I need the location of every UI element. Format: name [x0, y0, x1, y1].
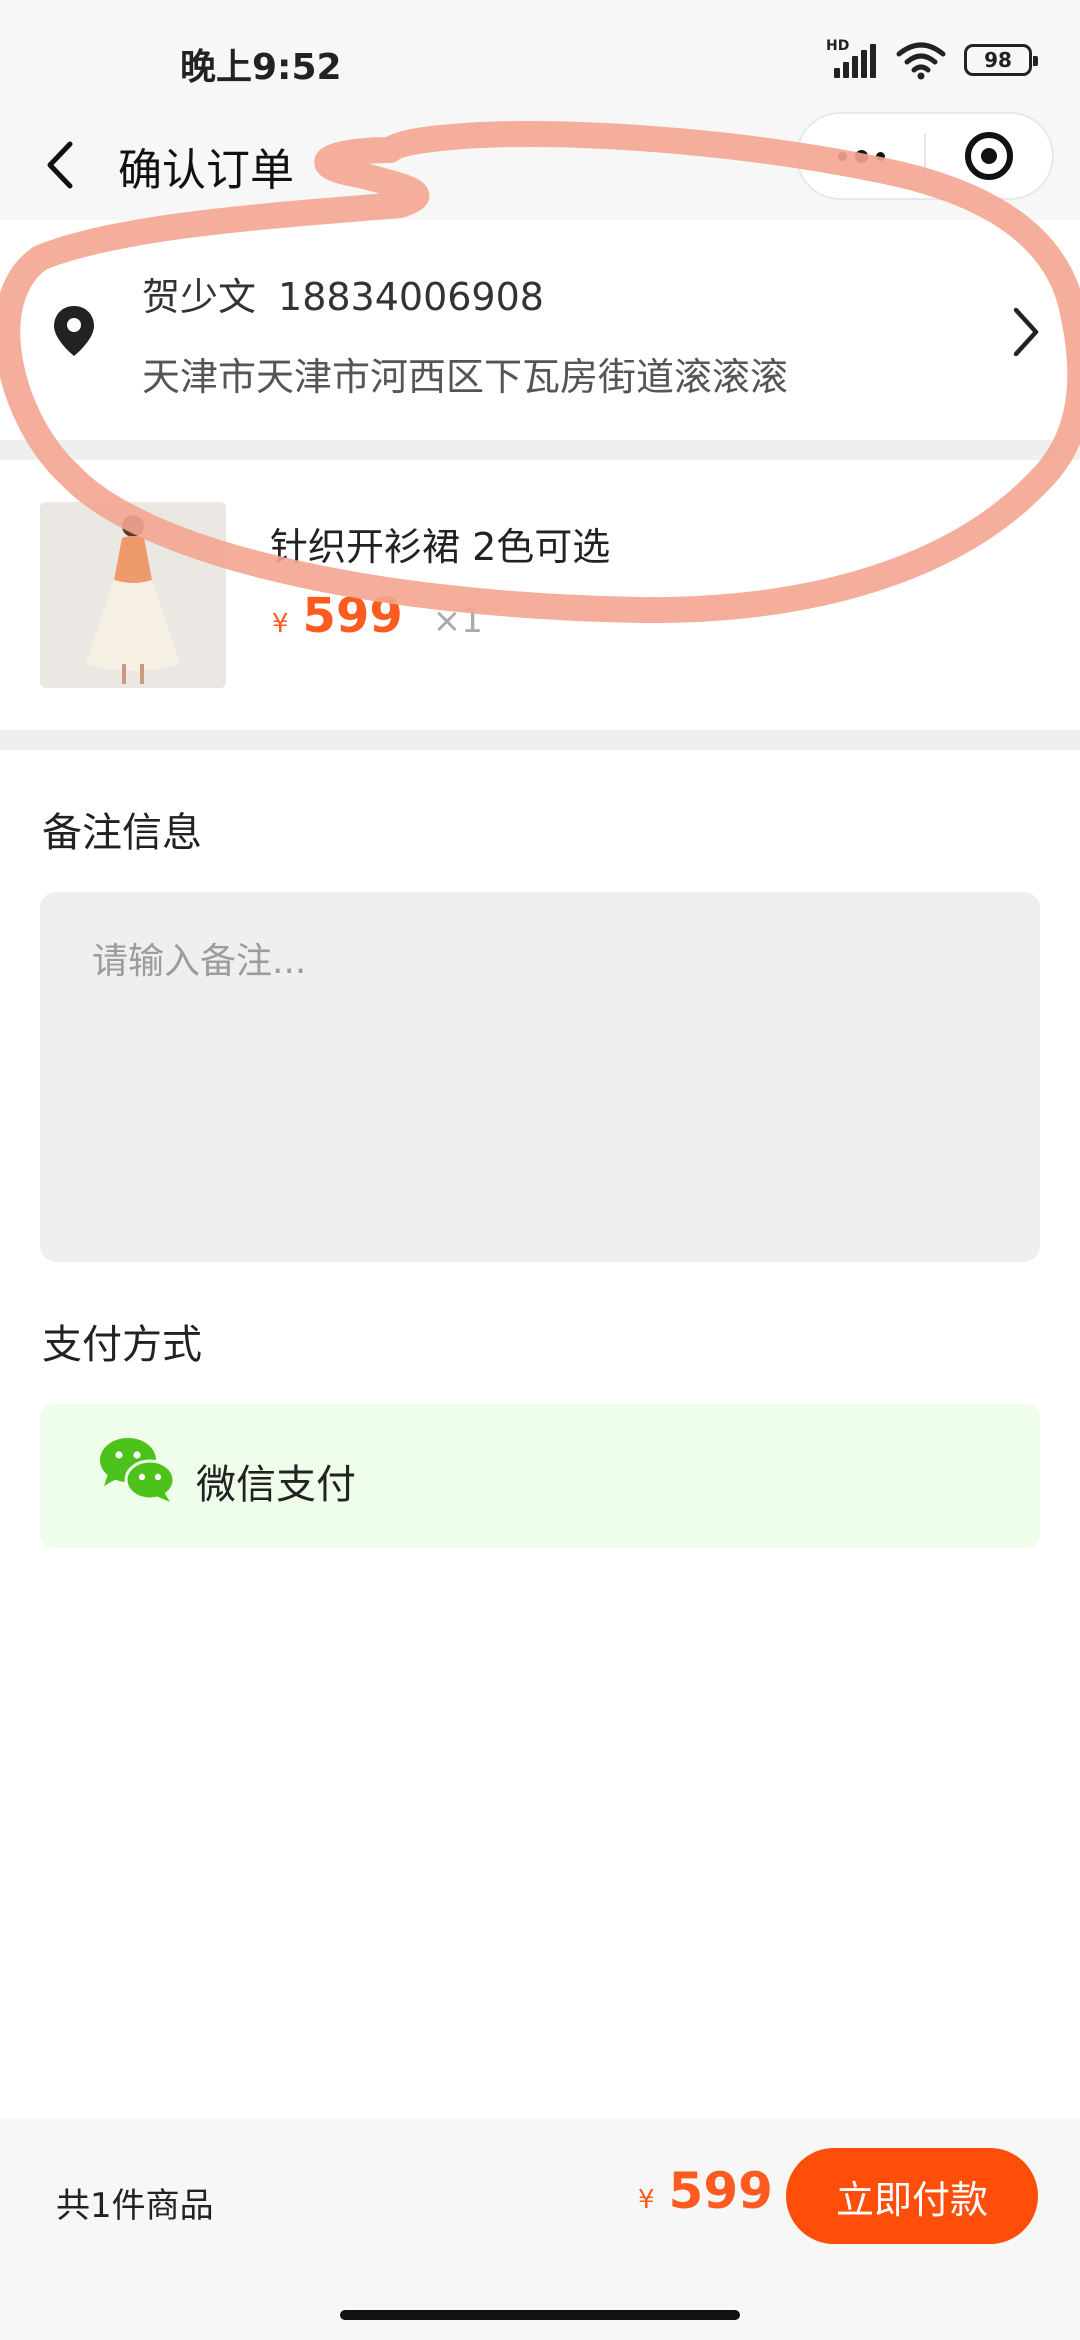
total-price: 599 [668, 2162, 773, 2220]
remarks-input[interactable] [40, 892, 1040, 1262]
home-indicator[interactable] [340, 2310, 740, 2320]
order-confirm-screen: 晚上9:52 HD 98 确认订单 贺少文 18834006908 天津市天津市… [0, 0, 1080, 2340]
item-count: 共1件商品 [56, 2186, 214, 2226]
back-button[interactable] [30, 130, 90, 200]
more-button[interactable] [798, 114, 924, 198]
remarks-title: 备注信息 [42, 810, 202, 856]
address-card[interactable]: 贺少文 18834006908 天津市天津市河西区下瓦房街道滚滚滚 [0, 220, 1080, 440]
currency-symbol: ¥ [638, 2185, 655, 2215]
status-time: 晚上9:52 [180, 47, 342, 88]
wechat-icon [100, 1438, 176, 1502]
status-icons: HD 98 [826, 38, 1038, 82]
divider [0, 730, 1080, 750]
nav-bar: 确认订单 [0, 110, 1080, 220]
battery-icon: 98 [964, 44, 1038, 76]
mini-program-capsule [796, 112, 1054, 200]
back-icon [47, 141, 73, 189]
currency-symbol: ¥ [272, 609, 289, 639]
more-icon [837, 149, 885, 163]
page-title: 确认订单 [118, 145, 294, 196]
payment-option-wechat[interactable]: 微信支付 [40, 1404, 1040, 1548]
product-image [40, 502, 226, 688]
product-price: 599 [302, 588, 403, 644]
recipient-phone: 18834006908 [278, 275, 544, 319]
battery-level: 98 [984, 48, 1012, 72]
network-label: HD [826, 38, 850, 54]
product-name: 针织开衫裙 2色可选 [270, 525, 611, 569]
product-item: 针织开衫裙 2色可选 ¥ 599 ×1 [0, 460, 1080, 730]
total-price-row: ¥ 599 [638, 2162, 773, 2220]
checkout-bar: 共1件商品 ¥ 599 立即付款 [0, 2118, 1080, 2340]
signal-icon: HD [826, 38, 878, 80]
close-miniprogram-button[interactable] [926, 114, 1052, 198]
divider [0, 440, 1080, 460]
product-quantity: ×1 [432, 601, 483, 641]
recipient-name: 贺少文 [142, 275, 257, 319]
location-pin-icon [54, 306, 94, 356]
status-bar: 晚上9:52 HD 98 [0, 0, 1080, 120]
payment-method-label: 微信支付 [196, 1462, 356, 1508]
wifi-icon [896, 42, 946, 80]
address-detail: 天津市天津市河西区下瓦房街道滚滚滚 [142, 355, 789, 399]
chevron-right-icon [1013, 307, 1039, 357]
pay-now-button[interactable]: 立即付款 [786, 2148, 1038, 2244]
payment-title: 支付方式 [42, 1322, 202, 1368]
target-icon [965, 132, 1013, 180]
address-contact: 贺少文 18834006908 [142, 266, 544, 321]
product-price-row: ¥ 599 ×1 [272, 588, 483, 644]
